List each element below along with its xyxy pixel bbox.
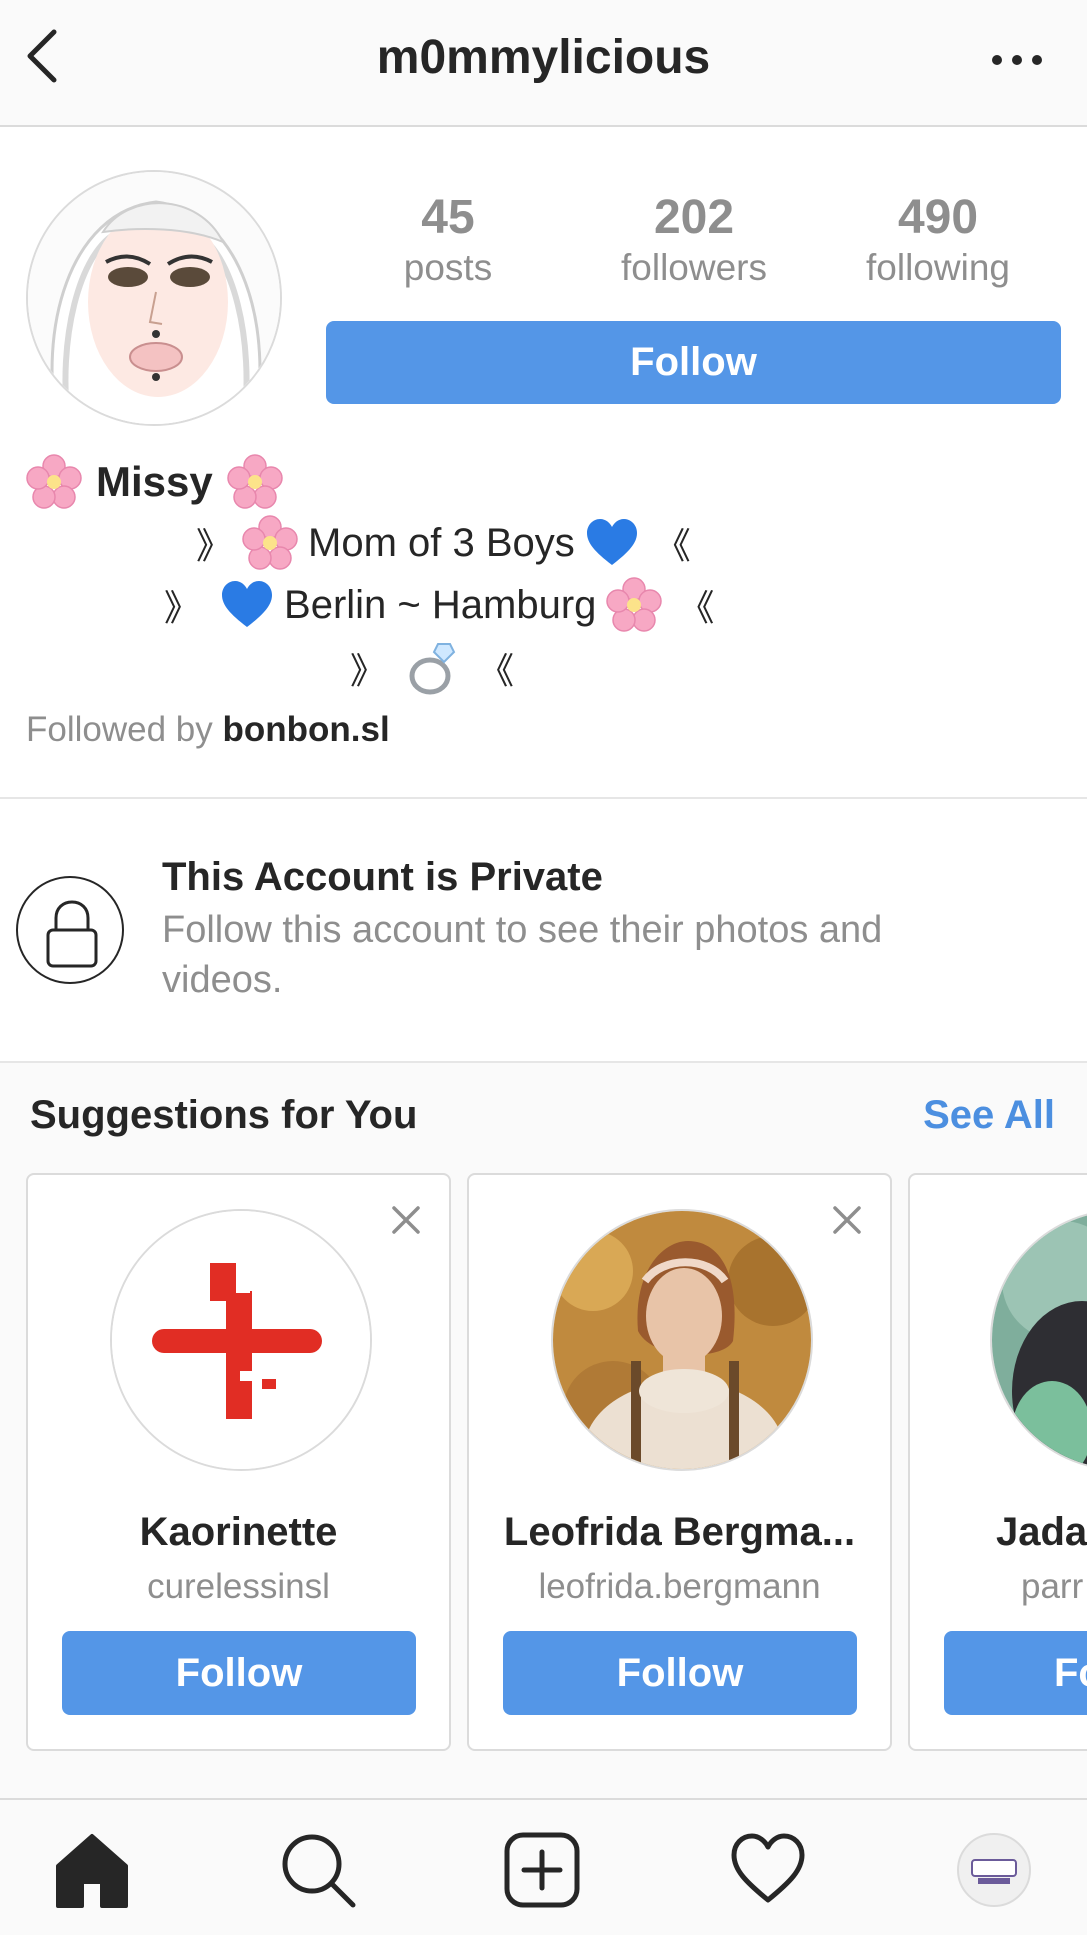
suggestion-card[interactable]: Kaorinette curelessinsl Follow (26, 1173, 451, 1751)
profile-avatar[interactable] (26, 170, 282, 426)
search-icon[interactable] (278, 1830, 358, 1910)
suggestions-title: Suggestions for You (30, 1093, 418, 1137)
page-title: m0mmylicious (376, 31, 711, 84)
profile-name: Missy (26, 452, 283, 512)
follow-button[interactable]: Follow (326, 321, 1061, 404)
suggestion-avatar[interactable] (990, 1209, 1087, 1471)
new-post-icon[interactable] (502, 1830, 582, 1910)
close-icon[interactable] (391, 1205, 421, 1235)
cherry-blossom-icon (606, 577, 663, 632)
bio-line-1: 》 Mom of 3 Boys 《 (0, 515, 1087, 571)
posts-count: 45 posts (403, 191, 493, 288)
cherry-blossom-icon (226, 454, 283, 509)
suggestion-name[interactable]: Kaorinette (28, 1510, 449, 1555)
suggestion-card[interactable]: Leofrida Bergma... leofrida.bergmann Fol… (467, 1173, 892, 1751)
suggestion-follow-button[interactable]: Follow (62, 1631, 416, 1715)
suggestion-avatar[interactable] (110, 1209, 372, 1471)
cherry-blossom-icon (26, 454, 82, 509)
bio-line-3: 》 《 (0, 640, 1087, 696)
suggestion-follow-button[interactable]: Fo (944, 1631, 1087, 1715)
suggestion-name[interactable]: Jada (996, 1510, 1087, 1555)
suggestion-handle: curelessinsl (147, 1567, 330, 1606)
suggestion-card[interactable]: Jada parr Fo (908, 1173, 1087, 1751)
followed-by-user[interactable]: bonbon.sl (222, 710, 389, 749)
bio-line-2: 》 Berlin ~ Hamburg 《 (0, 577, 1087, 633)
lock-icon (46, 900, 98, 968)
activity-heart-icon[interactable] (728, 1830, 808, 1910)
top-navigation-bar: m0mmylicious (0, 0, 1087, 127)
private-subtitle: Follow this account to see their photos … (162, 909, 883, 1001)
blue-heart-icon (222, 581, 273, 627)
profile-avatar[interactable] (954, 1830, 1034, 1910)
followed-by-text[interactable]: Followed by bonbon.sl (26, 710, 390, 750)
suggestion-handle: parr (1021, 1567, 1084, 1606)
suggestion-avatar[interactable] (551, 1209, 813, 1471)
private-title: This Account is Private (162, 855, 603, 899)
divider (0, 797, 1087, 799)
ring-icon (409, 643, 456, 695)
blue-heart-icon (586, 519, 637, 565)
following-count[interactable]: 490 following (838, 190, 1038, 290)
suggestion-handle: leofrida.bergmann (538, 1567, 821, 1606)
home-icon[interactable] (52, 1830, 132, 1910)
lock-icon-circle (16, 876, 124, 984)
see-all-link[interactable]: See All (923, 1093, 1055, 1138)
cherry-blossom-icon (242, 515, 298, 570)
suggestion-name[interactable]: Leofrida Bergma... (469, 1510, 890, 1555)
close-icon[interactable] (832, 1205, 862, 1235)
suggestion-follow-button[interactable]: Follow (503, 1631, 857, 1715)
bottom-tab-bar (0, 1798, 1087, 1935)
followers-count[interactable]: 202 followers (594, 190, 794, 290)
more-horizontal-icon[interactable] (987, 40, 1047, 80)
